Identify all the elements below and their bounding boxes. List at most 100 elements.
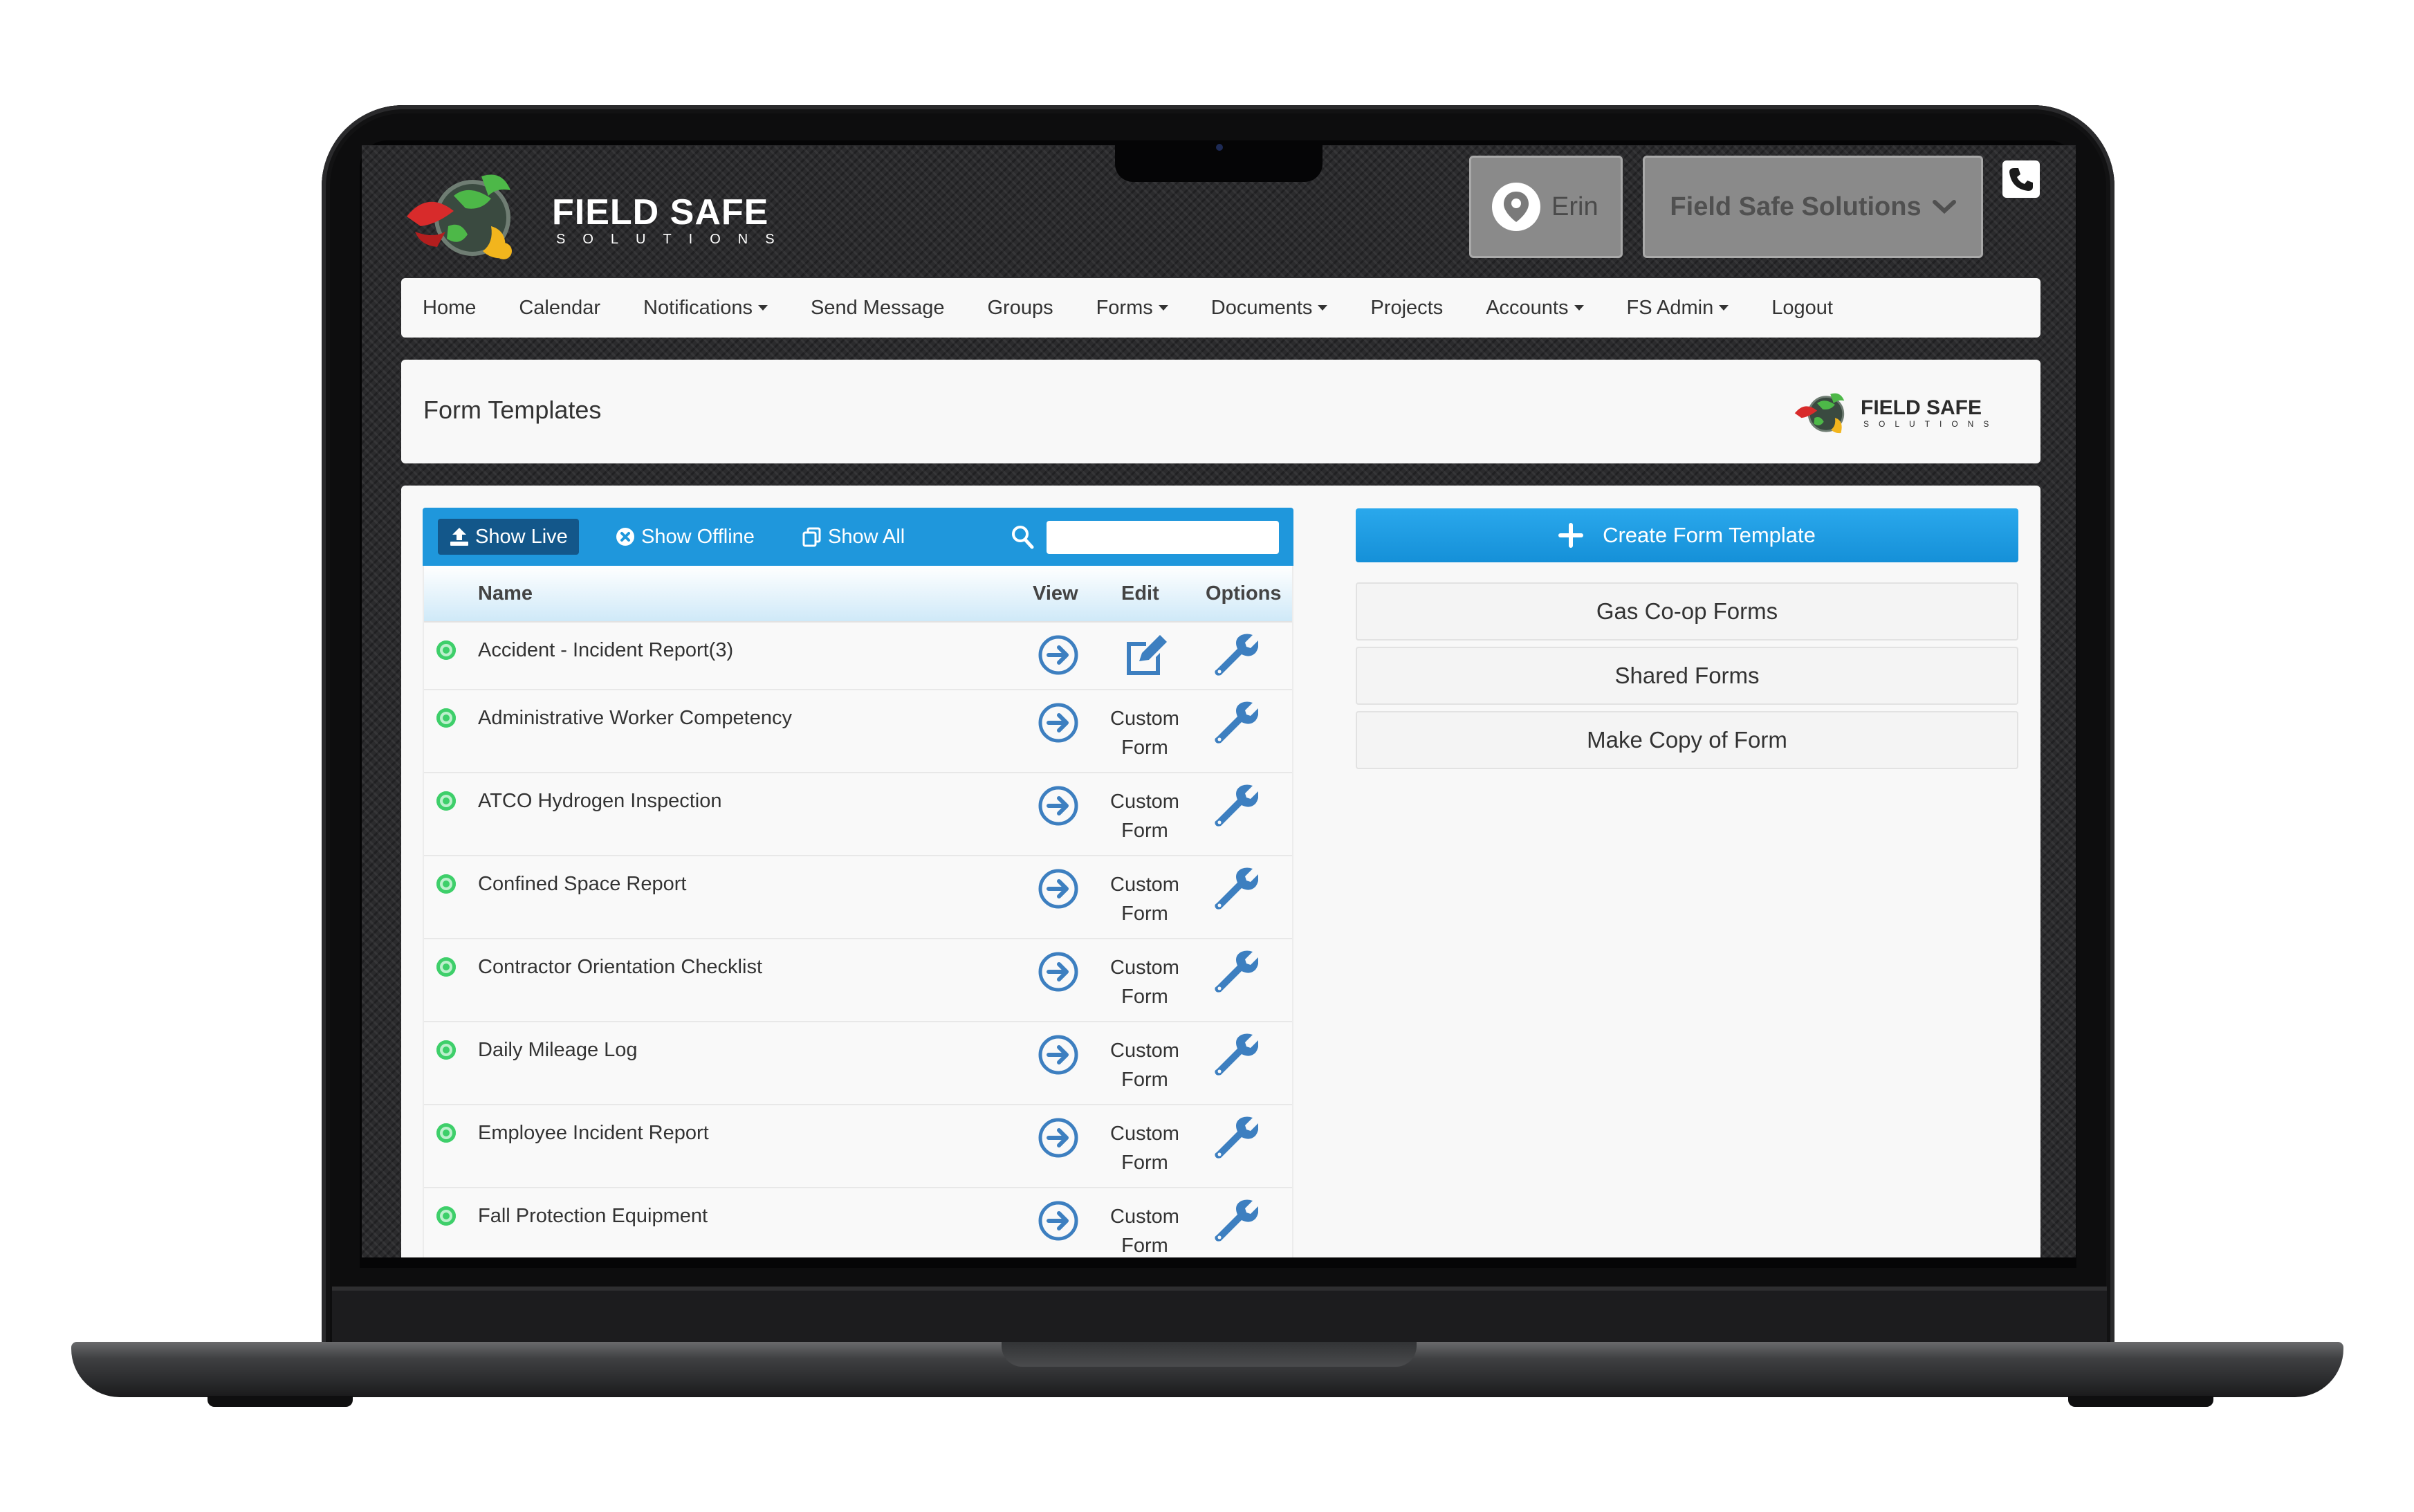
custom-form-label: Custom Form [1110,708,1179,759]
nav-item-label: Forms [1096,296,1153,319]
form-name: Contractor Orientation Checklist [478,956,762,978]
options-wrench-icon[interactable] [1213,1032,1259,1078]
live-status-icon [436,874,456,894]
nav-item-logout[interactable]: Logout [1771,297,1833,320]
show-offline-button[interactable]: Show Offline [604,519,766,555]
caret-down-icon [1719,305,1729,311]
column-header-name[interactable]: Name [478,582,533,605]
company-name: Field Safe Solutions [1670,192,1922,221]
table-row: Fall Protection Equipment Custom Form [424,1188,1292,1257]
custom-form-label: Custom Form [1110,874,1179,925]
search-input[interactable] [1047,521,1279,554]
header-logo-title: FIELD SAFE [1861,396,1982,419]
laptop-opening-groove [1002,1342,1417,1367]
nav-item-documents[interactable]: Documents [1211,297,1328,320]
table-row: Contractor Orientation Checklist Custom F… [424,939,1292,1022]
edit-icon[interactable] [1121,632,1170,678]
phone-icon [2009,168,2033,191]
view-arrow-icon[interactable] [1038,635,1078,675]
view-arrow-icon[interactable] [1038,952,1078,992]
show-all-button[interactable]: Show All [791,519,916,555]
create-form-template-label: Create Form Template [1603,523,1816,547]
show-live-button[interactable]: Show Live [438,519,579,555]
view-arrow-icon[interactable] [1038,1201,1078,1241]
nav-item-accounts[interactable]: Accounts [1486,296,1584,320]
nav-item-label: FS Admin [1626,296,1714,319]
view-arrow-icon[interactable] [1038,1118,1078,1158]
nav-item-label: Logout [1771,296,1833,319]
form-templates-table: Name View Edit Options Accident - Incide… [423,566,1293,1257]
form-name: Administrative Worker Competency [478,707,792,729]
header-logo-wordmark: FIELD SAFE SOLUTIONS [1861,396,1998,430]
gas-coop-forms-label: Gas Co-op Forms [1596,598,1778,624]
options-wrench-icon[interactable] [1213,1198,1259,1244]
phone-button[interactable] [2002,160,2040,198]
page-title: Form Templates [423,396,602,424]
shared-forms-button[interactable]: Shared Forms [1356,647,2018,705]
custom-form-label: Custom Form [1110,1206,1179,1257]
nav-item-calendar[interactable]: Calendar [519,297,600,320]
make-copy-of-form-button[interactable]: Make Copy of Form [1356,711,2018,769]
laptop-foot-left [208,1396,353,1407]
plus-icon [1558,523,1584,548]
live-status-icon [436,1040,456,1060]
table-row: Accident - Incident Report(3) [424,623,1292,690]
caret-down-icon [1574,305,1584,311]
caret-down-icon [1158,305,1168,311]
company-dropdown[interactable]: Field Safe Solutions [1643,156,1983,258]
create-form-template-button[interactable]: Create Form Template [1356,508,2018,562]
view-arrow-icon[interactable] [1038,703,1078,743]
table-header: Name View Edit Options [424,566,1292,623]
live-status-icon [436,640,456,660]
nav-item-label: Documents [1210,296,1313,319]
brand-wordmark: FIELD SAFE SOLUTIONS [552,194,792,248]
show-live-label: Show Live [475,525,568,548]
location-user-button[interactable]: Erin [1469,156,1623,258]
main-navbar: Home Calendar Notifications Send Message Gro… [401,278,2040,338]
form-name: Fall Protection Equipment [478,1205,708,1227]
nav-item-label: Projects [1370,296,1444,319]
nav-item-label: Notifications [643,296,753,319]
nav-item-groups[interactable]: Groups [987,297,1053,320]
view-arrow-icon[interactable] [1038,869,1078,909]
nav-item-fs-admin[interactable]: FS Admin [1627,297,1729,320]
form-name: Daily Mileage Log [478,1039,638,1061]
gas-coop-forms-button[interactable]: Gas Co-op Forms [1356,582,2018,640]
brand-logo[interactable]: FIELD SAFE SOLUTIONS [400,156,787,266]
live-status-icon [436,791,456,811]
brand-subtitle: SOLUTIONS [556,232,792,247]
view-arrow-icon[interactable] [1038,786,1078,826]
options-wrench-icon[interactable] [1213,632,1259,678]
nav-item-label: Accounts [1486,296,1569,319]
table-row: ATCO Hydrogen Inspection Custom Form [424,773,1292,856]
live-status-icon [436,708,456,728]
table-row: Daily Mileage Log Custom Form [424,1022,1292,1105]
options-wrench-icon[interactable] [1213,1115,1259,1161]
options-wrench-icon[interactable] [1213,700,1259,746]
caret-down-icon [758,305,768,311]
chevron-down-icon [1932,200,1956,214]
nav-item-notifications[interactable]: Notifications [643,297,768,320]
show-offline-label: Show Offline [641,525,755,548]
custom-form-label: Custom Form [1110,1040,1179,1091]
header-logo: FIELD SAFE SOLUTIONS [1791,379,2020,445]
form-name: Employee Incident Report [478,1122,709,1144]
nav-item-forms[interactable]: Forms [1096,297,1168,320]
options-wrench-icon[interactable] [1213,866,1259,912]
nav-item-home[interactable]: Home [423,297,476,320]
custom-form-label: Custom Form [1110,791,1179,842]
view-arrow-icon[interactable] [1038,1035,1078,1075]
globe-logo-icon [1794,393,1845,434]
column-header-edit: Edit [1121,582,1159,605]
laptop-chin-edge [332,1287,2107,1291]
options-wrench-icon[interactable] [1213,783,1259,829]
nav-item-label: Groups [987,296,1053,319]
nav-item-projects[interactable]: Projects [1370,297,1443,320]
nav-item-label: Calendar [519,296,601,319]
options-wrench-icon[interactable] [1213,949,1259,995]
nav-item-send-message[interactable]: Send Message [811,297,944,320]
laptop-chin [332,1287,2107,1349]
form-name: ATCO Hydrogen Inspection [478,790,722,812]
form-name: Accident - Incident Report(3) [478,639,734,661]
location-pin-icon [1492,183,1540,231]
